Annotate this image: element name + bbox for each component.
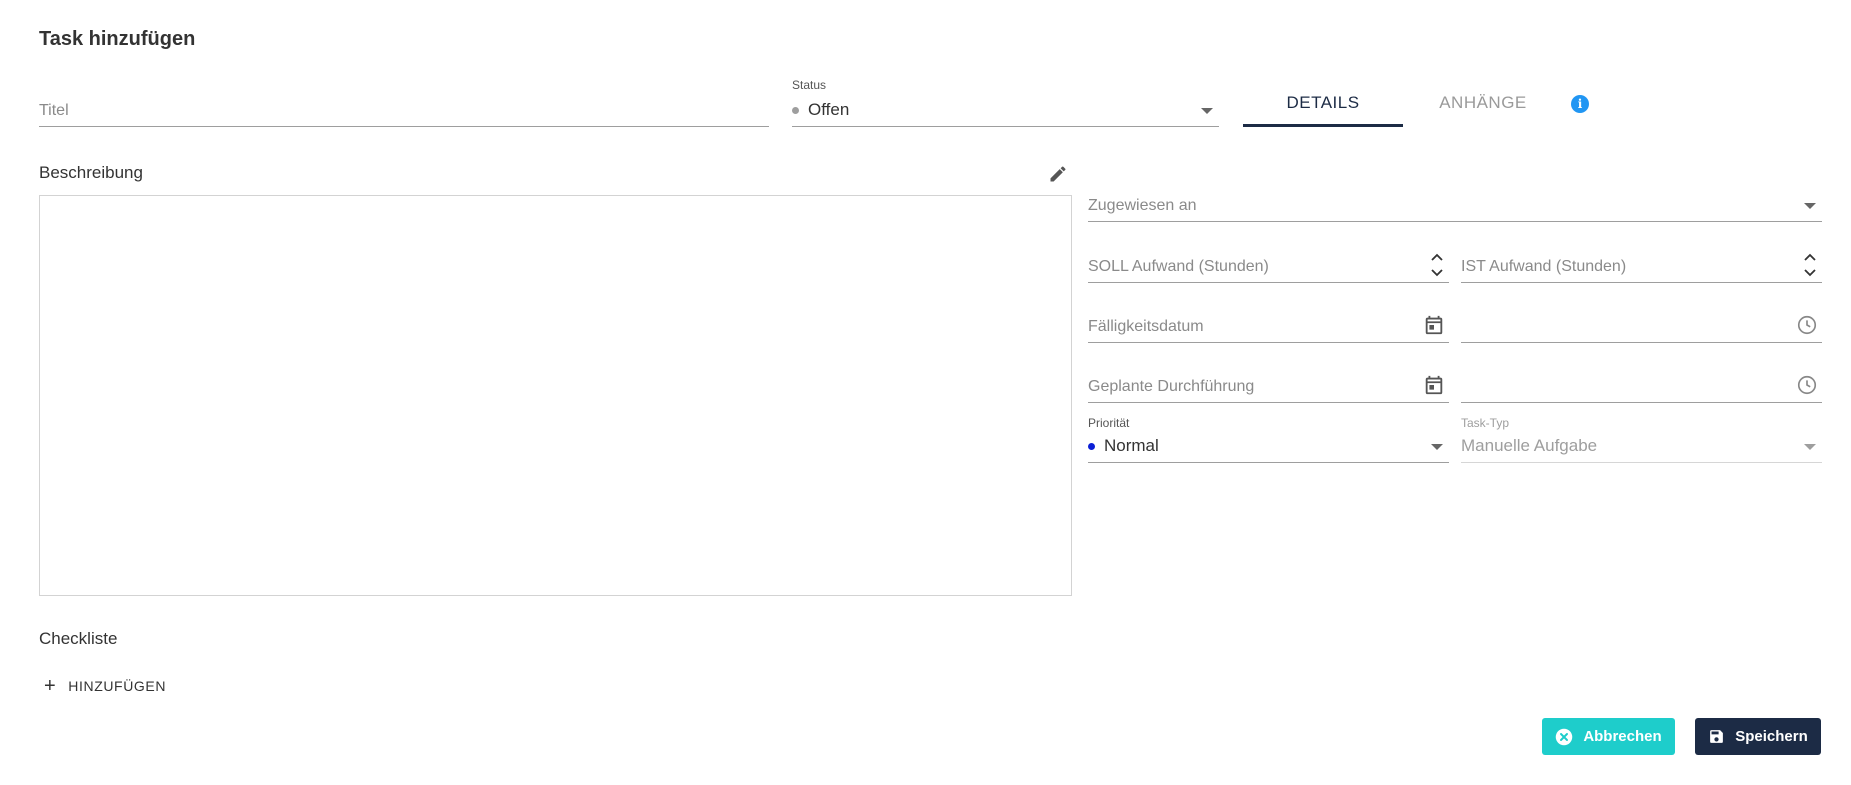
tab-bar: DETAILS ANHÄNGE i [1243,80,1603,127]
status-label: Status [792,78,827,92]
chevron-down-icon [1804,203,1816,209]
planned-execution-placeholder: Geplante Durchführung [1088,378,1255,395]
cancel-label: Abbrechen [1583,728,1662,745]
clock-icon[interactable] [1796,314,1818,336]
description-label: Beschreibung [39,163,143,182]
plus-icon: + [44,675,57,697]
calendar-icon[interactable] [1423,374,1445,396]
tab-anhaenge[interactable]: ANHÄNGE [1403,80,1563,127]
planned-execution-input[interactable]: Geplante Durchführung [1088,368,1449,403]
status-dot [792,106,799,114]
info-icon[interactable]: i [1571,95,1589,113]
planned-effort-placeholder: SOLL Aufwand (Stunden) [1088,258,1269,275]
assigned-to-placeholder: Zugewiesen an [1088,197,1197,214]
save-icon [1710,730,1724,743]
stepper-icon[interactable] [1429,250,1445,280]
priority-select[interactable]: Priorität Normal [1088,416,1449,463]
chevron-down-icon [1201,108,1213,114]
clock-icon[interactable] [1796,374,1818,396]
planned-effort-input[interactable]: SOLL Aufwand (Stunden) [1088,248,1449,283]
title-input[interactable]: Titel [39,92,769,127]
task-type-value: Manuelle Aufgabe [1461,436,1598,455]
pencil-icon[interactable] [1048,164,1068,184]
checklist-label: Checkliste [39,629,118,648]
save-button[interactable]: Speichern [1695,718,1821,755]
priority-label: Priorität [1088,416,1130,430]
chevron-down-icon [1804,444,1816,450]
close-circle-icon [1556,728,1573,745]
due-time-input[interactable] [1461,308,1822,343]
status-value: Offen [808,100,850,119]
priority-dot [1088,442,1095,450]
calendar-icon[interactable] [1423,314,1445,336]
assigned-to-select[interactable]: Zugewiesen an [1088,188,1822,222]
chevron-down-icon [1431,444,1443,450]
title-placeholder: Titel [39,102,69,119]
due-date-input[interactable]: Fälligkeitsdatum [1088,308,1449,343]
add-checklist-label: HINZUFÜGEN [68,678,167,694]
planned-time-input[interactable] [1461,368,1822,403]
due-date-placeholder: Fälligkeitsdatum [1088,318,1204,335]
stepper-icon[interactable] [1802,250,1818,280]
page-title: Task hinzufügen [39,28,196,50]
tab-details[interactable]: DETAILS [1243,80,1403,127]
description-editor[interactable] [39,195,1072,596]
add-checklist-item-button[interactable]: + HINZUFÜGEN [44,676,166,696]
actual-effort-input[interactable]: IST Aufwand (Stunden) [1461,248,1822,283]
status-select[interactable]: Status Offen [792,78,1219,127]
save-label: Speichern [1735,728,1808,745]
actual-effort-placeholder: IST Aufwand (Stunden) [1461,258,1627,275]
task-type-label: Task-Typ [1461,416,1510,430]
task-type-select[interactable]: Task-Typ Manuelle Aufgabe [1461,416,1822,463]
cancel-button[interactable]: Abbrechen [1542,718,1675,755]
priority-value: Normal [1104,436,1159,455]
